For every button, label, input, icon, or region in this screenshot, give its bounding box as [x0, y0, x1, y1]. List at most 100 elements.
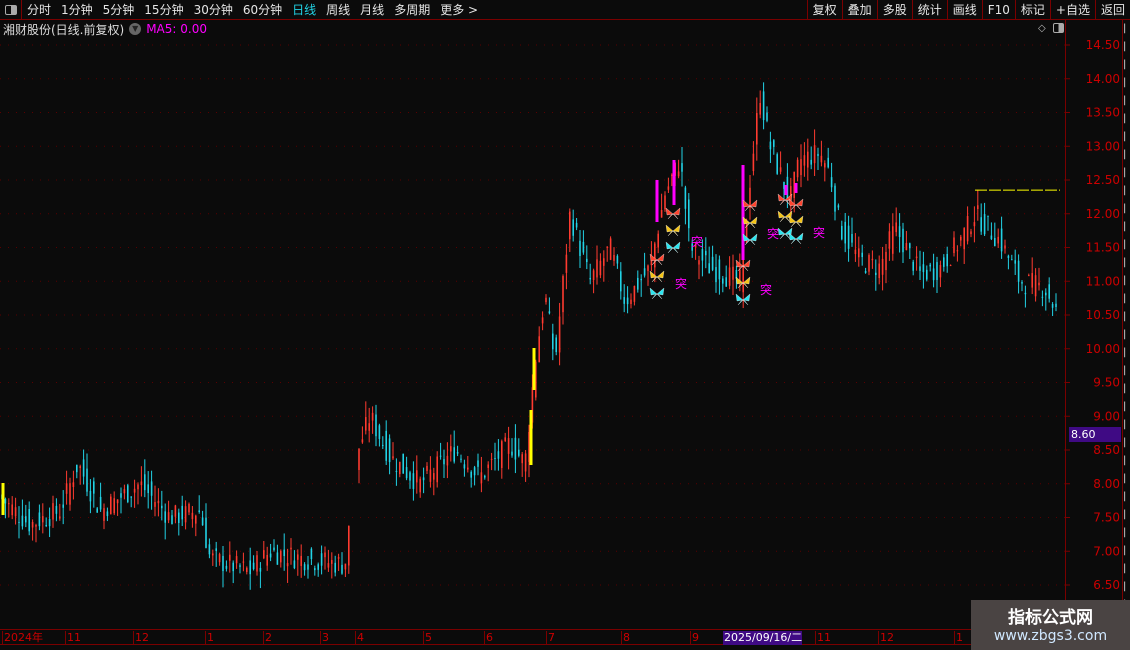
side-item[interactable]: | [1123, 362, 1130, 380]
candle-body [307, 564, 309, 570]
side-item[interactable]: | [1123, 164, 1130, 182]
candle-body [99, 496, 102, 510]
time-label: 2 [263, 631, 272, 645]
signal-bar [655, 180, 659, 222]
candle-body [681, 163, 683, 172]
side-item[interactable]: | [1123, 146, 1130, 164]
candle-body [161, 505, 163, 509]
side-item[interactable]: | [1123, 92, 1130, 110]
time-axis: 2024年 11 12 1 2 3 4 5 6 7 8 9 2025/09/16/二 11 12 1 [0, 629, 1130, 645]
candle-body [677, 171, 680, 177]
side-item[interactable]: | [1123, 200, 1130, 218]
candle-body [45, 525, 47, 527]
side-item[interactable]: | [1123, 452, 1130, 470]
candle-body [422, 477, 425, 481]
candle-body [637, 277, 639, 290]
candle-body [473, 467, 476, 476]
time-label: 12 [133, 631, 149, 645]
candle-body [399, 461, 401, 475]
candle-body [378, 425, 381, 439]
side-item[interactable]: | [1123, 218, 1130, 236]
candle-body [725, 277, 727, 287]
side-item[interactable]: | [1123, 416, 1130, 434]
candle-body [409, 472, 411, 481]
side-item[interactable]: | [1123, 56, 1130, 74]
candle-body [501, 441, 503, 468]
price-tick-label: 13.50 [1086, 106, 1120, 120]
candle-body [341, 564, 343, 574]
candle-body [290, 547, 292, 550]
candle-body [235, 556, 238, 564]
candle-body [1014, 260, 1016, 264]
side-item[interactable]: | [1123, 110, 1130, 128]
side-item[interactable]: | [1123, 236, 1130, 254]
side-item[interactable]: | [1123, 434, 1130, 452]
side-item[interactable]: | [1123, 38, 1130, 56]
candle-body [970, 231, 972, 235]
candle-body [375, 414, 377, 437]
candle-body [1045, 292, 1047, 296]
candle-body [807, 151, 809, 168]
candle-body [303, 564, 306, 571]
candle-body [878, 263, 880, 279]
side-item[interactable]: | [1123, 182, 1130, 200]
candle-body [966, 215, 969, 242]
candle-body [358, 448, 360, 471]
candle-body [756, 113, 758, 145]
time-label: 11 [815, 631, 831, 645]
side-item[interactable]: | [1123, 128, 1130, 146]
candle-body [895, 222, 897, 233]
candle-body [1000, 228, 1003, 252]
toolbar-button[interactable]: 返回 [1094, 0, 1130, 20]
candlestick-chart[interactable]: 突突突突突 [0, 0, 1065, 629]
candle-body [184, 506, 187, 523]
candle-body [762, 91, 765, 121]
side-item[interactable]: | [1123, 560, 1130, 578]
side-item[interactable]: | [1123, 578, 1130, 596]
candle-body [320, 553, 323, 566]
side-item[interactable]: | [1123, 326, 1130, 344]
candle-body [331, 560, 333, 564]
candle-body [31, 521, 34, 528]
side-item[interactable]: | [1123, 470, 1130, 488]
side-item[interactable]: | [1123, 380, 1130, 398]
candle-body [433, 473, 435, 480]
side-item[interactable]: | [1123, 290, 1130, 308]
candle-body [300, 555, 302, 566]
candle-body [463, 464, 466, 469]
candle-body [766, 112, 768, 121]
side-item[interactable]: | [1123, 254, 1130, 272]
side-item[interactable]: | [1123, 74, 1130, 92]
candle-body [922, 264, 925, 273]
candle-body [490, 458, 493, 460]
candle-body [426, 465, 428, 471]
side-panel-strip[interactable]: |||||||||||||||||||||||||||||||||| [1122, 20, 1130, 630]
side-item[interactable]: | [1123, 20, 1130, 38]
side-item[interactable]: | [1123, 524, 1130, 542]
candle-body [960, 236, 962, 241]
candle-body [963, 228, 965, 250]
side-item[interactable]: | [1123, 272, 1130, 290]
candle-body [504, 437, 506, 442]
candle-body [796, 159, 799, 178]
candle-body [834, 185, 836, 212]
candle-body [817, 153, 819, 156]
time-label: 2024年 [2, 631, 43, 645]
candle-body [946, 253, 948, 267]
signal-bar [532, 348, 536, 390]
candle-body [844, 221, 846, 244]
candle-body [110, 496, 112, 515]
side-item[interactable]: | [1123, 506, 1130, 524]
candle-body [140, 481, 143, 486]
candle-body [643, 268, 646, 276]
side-item[interactable]: | [1123, 488, 1130, 506]
candle-body [324, 552, 326, 558]
candle-body [239, 565, 241, 567]
side-item[interactable]: | [1123, 398, 1130, 416]
side-item[interactable]: | [1123, 308, 1130, 326]
candle-body [813, 145, 816, 164]
candle-body [949, 265, 952, 267]
side-item[interactable]: | [1123, 542, 1130, 560]
candle-body [273, 547, 275, 551]
side-item[interactable]: | [1123, 344, 1130, 362]
